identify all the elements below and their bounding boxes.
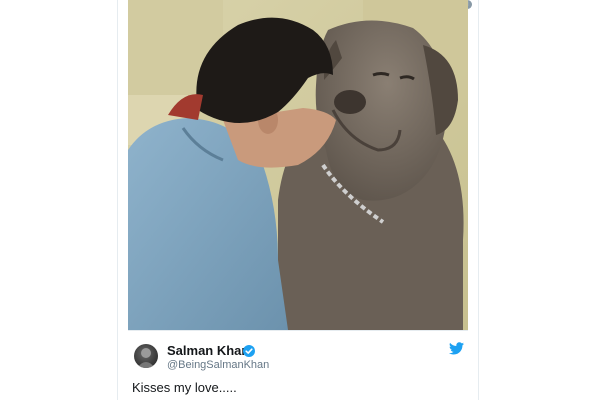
author-display-name[interactable]: Salman Khan bbox=[167, 343, 249, 358]
tweet-text: Kisses my love..... bbox=[132, 380, 237, 395]
author-handle[interactable]: @BeingSalmanKhan bbox=[167, 359, 269, 371]
twitter-bird-icon[interactable] bbox=[449, 342, 464, 355]
verified-badge-icon bbox=[243, 344, 255, 357]
tweet-footer: Salman Khan @BeingSalmanKhan Kisses my l… bbox=[128, 340, 468, 400]
tweet-photo[interactable] bbox=[128, 0, 468, 331]
avatar[interactable] bbox=[134, 344, 158, 368]
